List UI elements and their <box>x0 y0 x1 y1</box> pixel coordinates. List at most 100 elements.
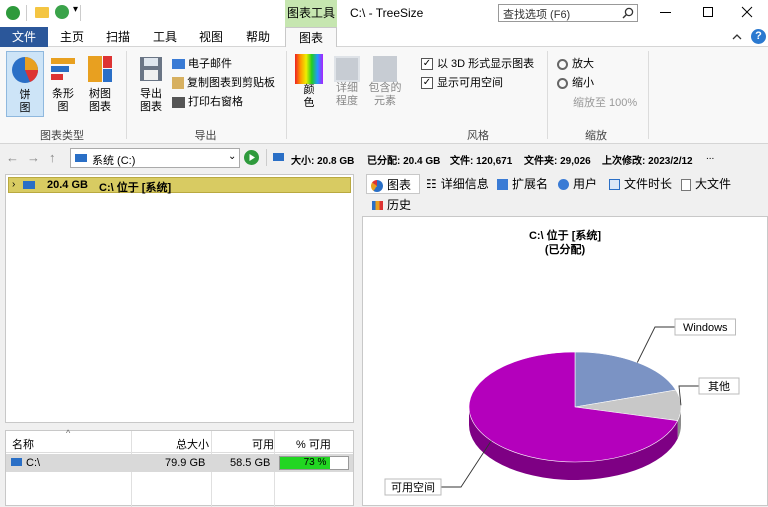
zoom-in-button[interactable]: 放大 <box>557 55 594 71</box>
more-button[interactable]: ... <box>706 151 714 162</box>
detail-level-button[interactable]: 详细 程度 <box>330 51 364 117</box>
tab-view[interactable]: 视图 <box>191 27 231 47</box>
tab-extensions[interactable]: 扩展名 <box>497 174 548 194</box>
divider <box>547 51 548 139</box>
export-chart-button[interactable]: 导出 图表 <box>134 51 168 117</box>
tab-file-age[interactable]: 文件时长 <box>609 174 672 194</box>
show-3d-checkbox[interactable]: ✓ 以 3D 形式显示图表 <box>421 55 534 71</box>
include-elements-icon <box>373 56 397 82</box>
chevron-up-icon[interactable] <box>732 32 742 42</box>
chevron-right-icon[interactable]: › <box>12 179 15 190</box>
back-arrow-icon[interactable]: ← <box>6 150 19 165</box>
tab-large-files[interactable]: 大文件 <box>681 174 731 194</box>
pie-chart[interactable]: C:\ 位于 [系统] (已分配) Windows 其他可用空间 <box>363 217 767 505</box>
drive-list: 名称 ^ 总大小 可用 % 可用 C:\ 79.9 GB 58.5 GB 73 … <box>5 428 354 507</box>
folder-tree[interactable]: › 20.4 GB C:\ 位于 [系统] <box>5 174 354 423</box>
modified-info: 上次修改: 2023/2/12 <box>602 156 693 167</box>
users-icon <box>558 179 569 191</box>
zoom-in-label: 放大 <box>572 58 594 70</box>
group-label-export: 导出 <box>194 130 217 142</box>
tree-row-root[interactable]: › 20.4 GB C:\ 位于 [系统] <box>8 177 351 194</box>
tab-extensions-label: 扩展名 <box>512 177 549 191</box>
table-row[interactable]: C:\ 79.9 GB 58.5 GB 73 % <box>6 454 353 472</box>
maximize-icon[interactable] <box>703 7 713 17</box>
scan-icon[interactable] <box>55 5 69 19</box>
color-button[interactable]: 颜 色 <box>292 51 326 117</box>
drive-name: C:\ <box>26 457 41 469</box>
color-palette-icon <box>295 54 323 84</box>
search-input[interactable]: 查找选项 (F6) <box>498 4 638 22</box>
pie-chart-label: 饼 图 <box>19 89 31 114</box>
tab-chart[interactable]: 图表 <box>285 27 337 48</box>
zoom-out-label: 缩小 <box>572 77 594 89</box>
tab-scan[interactable]: 扫描 <box>98 27 138 47</box>
bar-chart-button[interactable]: 条形 图 <box>46 51 80 117</box>
quick-access-dropdown-icon[interactable]: ▾ <box>73 4 78 15</box>
percent-free-bar: 73 % <box>279 456 349 470</box>
search-icon <box>622 7 634 19</box>
chevron-down-icon: ⌄ <box>228 151 237 162</box>
up-arrow-icon[interactable]: ↑ <box>49 150 56 165</box>
help-icon[interactable]: ? <box>751 29 766 44</box>
tab-users[interactable]: 用户 <box>558 174 597 194</box>
tab-details[interactable]: ☷ 详细信息 <box>422 174 489 194</box>
column-header-free[interactable]: 可用 <box>252 436 274 452</box>
tab-chart-label: 图表 <box>387 178 412 192</box>
divider <box>126 51 127 139</box>
slice-label: 可用空间 <box>391 480 435 494</box>
scan-start-icon[interactable] <box>244 150 259 165</box>
minimize-icon[interactable] <box>660 12 671 13</box>
folder-icon[interactable] <box>35 7 49 18</box>
drive-total: 79.9 GB <box>165 457 206 469</box>
folders-info: 文件夹: 29,026 <box>524 156 591 167</box>
tree-row-size: 20.4 GB <box>47 179 88 191</box>
email-button[interactable]: 电子邮件 <box>172 55 232 71</box>
path-dropdown[interactable]: 系统 (C:) ⌄ <box>70 148 240 168</box>
tab-home[interactable]: 主页 <box>52 27 92 47</box>
zoom-out-button[interactable]: 缩小 <box>557 74 594 90</box>
drive-icon <box>11 458 22 466</box>
column-header-total[interactable]: 总大小 <box>176 436 209 452</box>
drive-icon <box>23 181 35 189</box>
show-free-space-label: 显示可用空间 <box>437 77 503 89</box>
column-header-percent[interactable]: % 可用 <box>296 436 331 452</box>
tab-file[interactable]: 文件 <box>0 27 48 47</box>
group-label-style: 风格 <box>467 130 489 142</box>
close-icon[interactable] <box>741 6 753 18</box>
show-free-space-checkbox[interactable]: ✓ 显示可用空间 <box>421 74 503 90</box>
zoom-100-button[interactable]: 缩放至 100% <box>573 94 637 110</box>
slice-label: 其他 <box>708 380 730 393</box>
puzzle-icon <box>497 179 508 191</box>
forward-arrow-icon[interactable]: → <box>27 150 40 165</box>
detail-level-icon <box>334 56 360 82</box>
include-elements-button[interactable]: 包含的 元素 <box>366 51 404 117</box>
allocated-info: 已分配: 20.4 GB <box>367 156 441 167</box>
divider <box>26 5 27 21</box>
tab-history[interactable]: 历史 <box>372 195 411 215</box>
leader-line <box>678 385 699 406</box>
tab-help[interactable]: 帮助 <box>238 27 278 47</box>
zoom-in-icon <box>557 58 568 70</box>
chart-panel: 图表 ☷ 详细信息 扩展名 用户 文件时长 大文件 历史 C:\ 位于 [系统] … <box>362 174 768 506</box>
leader-line <box>636 326 675 363</box>
print-button[interactable]: 打印右窗格 <box>172 93 243 109</box>
copy-clipboard-label: 复制图表到剪贴板 <box>187 77 275 89</box>
tab-history-label: 历史 <box>387 198 412 212</box>
app-icon <box>6 6 20 20</box>
print-label: 打印右窗格 <box>188 96 243 108</box>
chart-area: C:\ 位于 [系统] (已分配) Windows 其他 可用空间 <box>362 216 768 506</box>
copy-clipboard-button[interactable]: 复制图表到剪贴板 <box>172 74 275 90</box>
slice-label: Windows <box>683 322 728 334</box>
include-elements-label: 包含的 元素 <box>368 82 402 107</box>
tab-chart-view[interactable]: 图表 <box>366 174 420 194</box>
email-icon <box>172 59 185 70</box>
pie-chart-icon <box>371 179 383 192</box>
treemap-button[interactable]: 树图 图表 <box>82 51 118 117</box>
tab-tools[interactable]: 工具 <box>145 27 185 47</box>
column-header-name[interactable]: 名称 <box>12 436 34 452</box>
pie-chart-icon <box>12 57 38 83</box>
show-3d-label: 以 3D 形式显示图表 <box>437 58 535 70</box>
history-icon <box>372 201 383 211</box>
drive-free: 58.5 GB <box>230 457 271 469</box>
pie-chart-button[interactable]: 饼 图 <box>6 51 44 117</box>
